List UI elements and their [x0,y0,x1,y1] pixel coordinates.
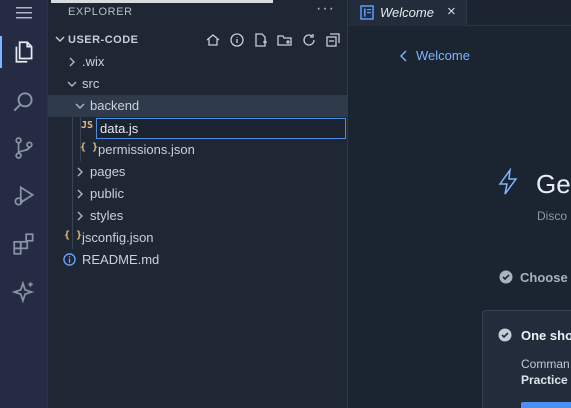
chevron-left-icon [400,50,407,62]
explorer-icon[interactable] [0,30,48,74]
tab-welcome[interactable]: Welcome × [349,0,467,26]
tree-item-pages[interactable]: pages [48,161,348,183]
info-file-icon [63,253,76,266]
explorer-sidebar: EXPLORER ··· USER-CODE .wix src backend … [48,0,348,408]
check-circle-icon [499,270,513,284]
chevron-right-icon [69,57,75,67]
menu-icon[interactable] [16,6,32,20]
tree-item-label: .wix [82,54,105,69]
card-text: Comman [521,357,570,371]
chevron-right-icon [77,167,83,177]
ai-assistant-icon[interactable] [0,270,48,314]
collapse-all-icon[interactable] [325,32,341,48]
new-file-icon[interactable] [253,32,269,48]
tree-item-data-js[interactable]: JS [48,117,348,139]
card-action-button[interactable] [521,402,571,408]
tree-item-label: public [90,186,124,201]
tree-item-readme-md[interactable]: README.md [48,249,348,271]
chevron-right-icon [77,189,83,199]
chevron-down-icon [75,103,85,109]
tree-item-jsconfig-json[interactable]: { } jsconfig.json [48,227,348,249]
tree-item-label: src [82,76,100,91]
tree-item-permissions-json[interactable]: { } permissions.json [48,139,348,161]
js-file-icon: JS [81,120,94,131]
tree-item-label: README.md [82,252,160,267]
welcome-tab-icon [360,5,374,20]
run-debug-icon[interactable] [0,174,48,218]
home-icon[interactable] [205,32,221,48]
source-control-icon[interactable] [0,126,48,170]
card-title: One sho [521,328,571,343]
tree-item-label: backend [90,98,140,113]
tree-item-label: pages [90,164,126,179]
walkthrough-step-card[interactable]: One sho Comman Practice [482,310,571,408]
refresh-icon[interactable] [301,32,317,48]
json-file-icon: { } [64,230,83,241]
step-choose[interactable]: Choose [520,270,568,285]
workspace-section-header[interactable]: USER-CODE [48,30,348,50]
tree-item-styles[interactable]: styles [48,205,348,227]
back-to-welcome-link[interactable]: Welcome [416,48,470,63]
search-icon[interactable] [0,80,48,124]
tree-item-label: jsconfig.json [82,230,154,245]
lightning-icon [498,168,518,195]
extensions-icon[interactable] [0,222,48,266]
chevron-down-icon [55,36,65,42]
tree-item-wix[interactable]: .wix [48,51,348,73]
chevron-right-icon [77,211,83,221]
more-actions-button[interactable]: ··· [316,0,335,18]
check-circle-icon [498,328,512,342]
chevron-down-icon [67,81,77,87]
activity-bar [0,0,48,408]
tree-item-backend[interactable]: backend [48,95,348,117]
new-folder-icon[interactable] [277,32,293,48]
workspace-title: USER-CODE [68,34,139,46]
tree-item-label: styles [90,208,124,223]
close-icon[interactable]: × [447,3,456,20]
rename-input[interactable] [96,118,346,139]
card-text-bold: Practice [521,373,568,387]
welcome-page: Welcome Get Disco Choose One sho Comman … [349,27,571,408]
editor-tab-bar: Welcome × [349,0,571,26]
tab-label: Welcome [380,5,434,20]
info-icon[interactable] [229,32,245,48]
explorer-title: EXPLORER [68,6,133,18]
tree-item-label: permissions.json [98,142,195,157]
walkthrough-heading: Get [536,169,571,199]
walkthrough-subheading: Disco [537,209,568,223]
tree-item-src[interactable]: src [48,73,348,95]
json-file-icon: { } [80,142,99,153]
drag-indicator [51,0,273,3]
tree-item-public[interactable]: public [48,183,348,205]
